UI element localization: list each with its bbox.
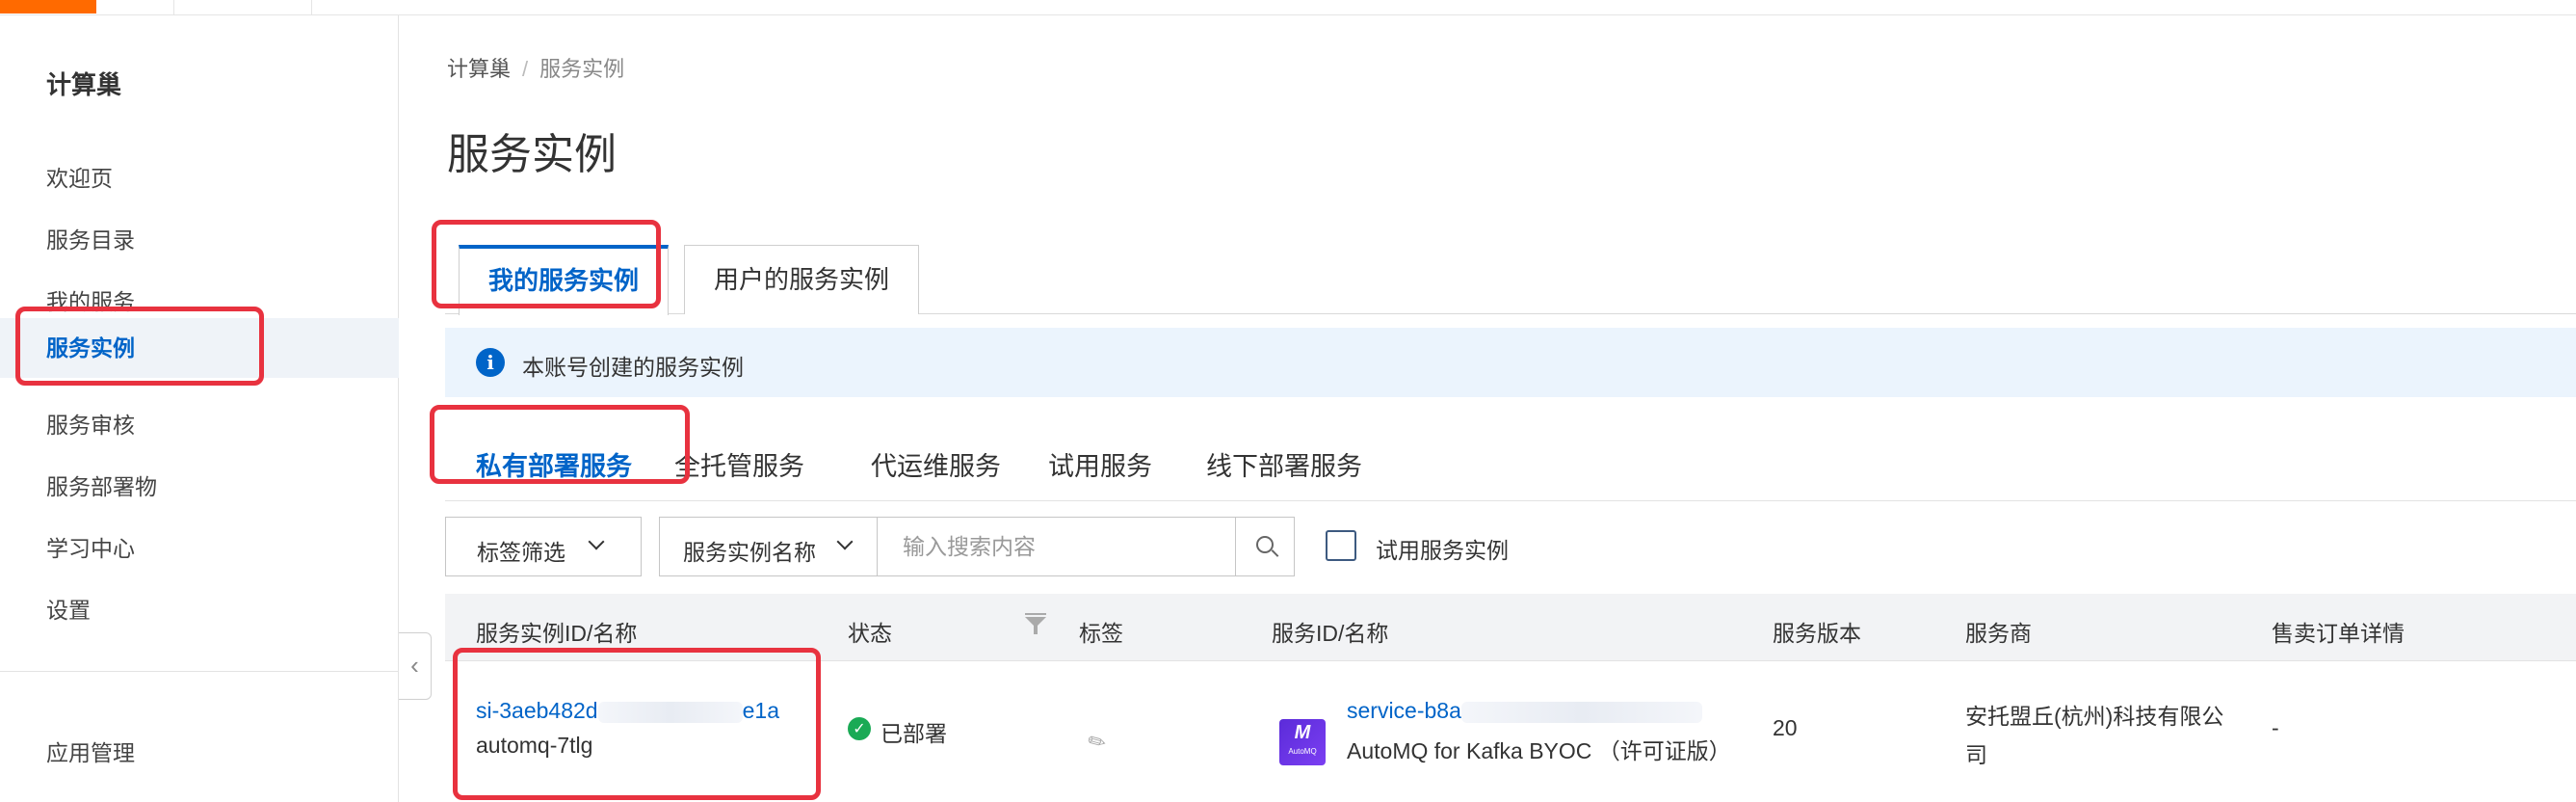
- service-type-tabs: 私有部署服务 全托管服务 代运维服务 试用服务 线下部署服务: [445, 424, 2576, 501]
- breadcrumb-item-current: 服务实例: [539, 57, 625, 81]
- info-icon: i: [476, 348, 505, 377]
- sidebar-item-learning-center[interactable]: 学习中心: [0, 519, 399, 578]
- tab-private-deployment[interactable]: 私有部署服务: [476, 445, 632, 483]
- search-field-select[interactable]: 服务实例名称: [659, 517, 879, 576]
- sidebar-item-welcome[interactable]: 欢迎页: [0, 148, 399, 208]
- tab-my-service-instances[interactable]: 我的服务实例: [459, 245, 670, 315]
- instance-tabs: 我的服务实例 用户的服务实例: [445, 231, 2576, 315]
- sidebar-item-settings[interactable]: 设置: [0, 580, 399, 640]
- sidebar-item-deployment-artifacts[interactable]: 服务部署物: [0, 457, 399, 517]
- redacted-text: [1460, 701, 1702, 723]
- service-id-start: service-b8a: [1347, 698, 1461, 723]
- top-navigation-bar: [0, 0, 2576, 15]
- chevron-down-icon: [836, 533, 854, 550]
- console-logo[interactable]: [0, 0, 96, 13]
- instance-id-link[interactable]: si-3aeb482d e1a: [476, 698, 779, 724]
- instance-id-end: e1a: [742, 698, 779, 723]
- sidebar-item-service-catalog[interactable]: 服务目录: [0, 210, 399, 270]
- search-button[interactable]: [1235, 517, 1295, 576]
- search-icon-handle: [1271, 549, 1279, 557]
- tab-managed-operations[interactable]: 代运维服务: [871, 445, 1001, 483]
- topbar-divider: [311, 0, 312, 15]
- search-box: [877, 517, 1237, 576]
- breadcrumb-item-root[interactable]: 计算巢: [447, 57, 511, 81]
- topbar-divider: [173, 0, 174, 15]
- breadcrumb: 计算巢 / 服务实例: [447, 52, 624, 83]
- sidebar: 计算巢 欢迎页 服务目录 我的服务 服务实例 服务审核 服务部署物 学习中心 设…: [0, 15, 399, 802]
- trial-instance-checkbox[interactable]: [1326, 530, 1356, 561]
- search-input[interactable]: [878, 518, 1234, 575]
- redacted-text: [597, 701, 743, 723]
- page-title: 服务实例: [447, 131, 617, 178]
- breadcrumb-separator: /: [522, 57, 529, 81]
- main-content: 计算巢 / 服务实例 服务实例 我的服务实例 用户的服务实例 i 本账号创建的服务实…: [399, 15, 2576, 802]
- tag-filter-label: 标签筛选: [477, 540, 565, 565]
- tag-filter-dropdown[interactable]: 标签筛选: [445, 517, 642, 576]
- sidebar-item-service-instances[interactable]: 服务实例: [0, 318, 399, 378]
- tab-fully-managed[interactable]: 全托管服务: [674, 445, 804, 483]
- sidebar-item-app-management[interactable]: 应用管理: [0, 723, 399, 783]
- search-field-label: 服务实例名称: [683, 540, 816, 565]
- info-text: 本账号创建的服务实例: [522, 355, 744, 380]
- sidebar-item-service-review[interactable]: 服务审核: [0, 395, 399, 455]
- sidebar-divider: [0, 671, 399, 672]
- sidebar-title: 计算巢: [46, 70, 122, 99]
- tab-trial-service[interactable]: 试用服务: [1048, 445, 1152, 483]
- service-id-link[interactable]: service-b8a: [1347, 698, 1702, 724]
- instance-id-start: si-3aeb482d: [476, 698, 598, 723]
- tab-offline-deployment[interactable]: 线下部署服务: [1206, 445, 1362, 483]
- tab-user-service-instances[interactable]: 用户的服务实例: [684, 245, 920, 314]
- chevron-down-icon: [588, 533, 605, 550]
- info-banner: i 本账号创建的服务实例: [445, 328, 2576, 397]
